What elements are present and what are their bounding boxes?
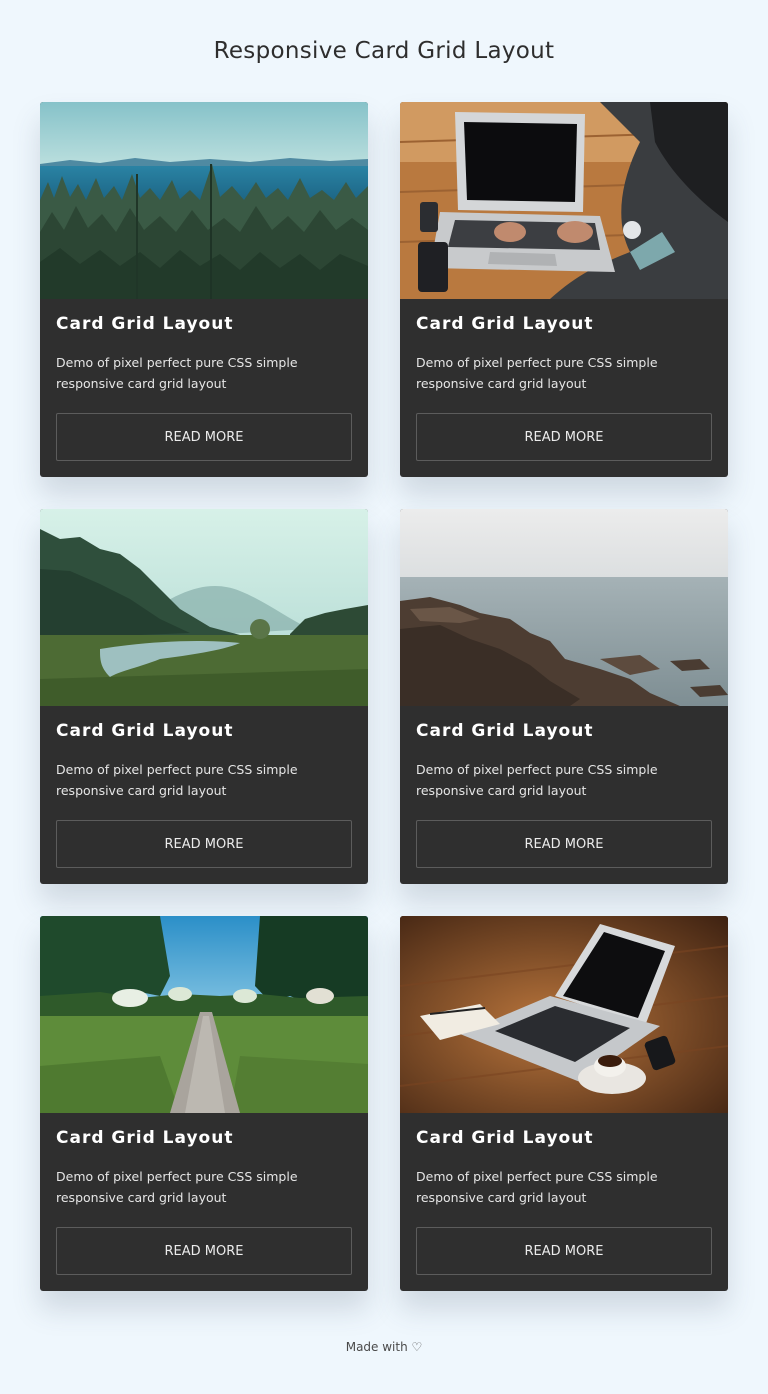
read-more-button[interactable]: READ MORE [56, 820, 352, 868]
card-2: Card Grid Layout Demo of pixel perfect p… [400, 102, 728, 477]
card-6: Card Grid Layout Demo of pixel perfect p… [400, 916, 728, 1291]
misty-valley-river-image [40, 509, 368, 706]
person-typing-on-laptop-image [400, 102, 728, 299]
card-description: Demo of pixel perfect pure CSS simple re… [416, 1169, 658, 1205]
card-description: Demo of pixel perfect pure CSS simple re… [56, 355, 298, 391]
page-title: Responsive Card Grid Layout [213, 38, 555, 64]
footer-credit: Made with ♡ [345, 1340, 423, 1354]
read-more-button[interactable]: READ MORE [416, 1227, 712, 1275]
card-4: Card Grid Layout Demo of pixel perfect p… [400, 509, 728, 884]
read-more-button[interactable]: READ MORE [416, 820, 712, 868]
card-description: Demo of pixel perfect pure CSS simple re… [56, 1169, 298, 1205]
card-grid: Card Grid Layout Demo of pixel perfect p… [40, 102, 728, 1291]
card-5: Card Grid Layout Demo of pixel perfect p… [40, 916, 368, 1291]
card-1: Card Grid Layout Demo of pixel perfect p… [40, 102, 368, 477]
rocky-seashore-image [400, 509, 728, 706]
forest-lake-landscape-image [40, 102, 368, 299]
card-description: Demo of pixel perfect pure CSS simple re… [416, 355, 658, 391]
card-title: Card Grid Layout [416, 1128, 594, 1148]
card-title: Card Grid Layout [56, 721, 234, 741]
read-more-button[interactable]: READ MORE [56, 413, 352, 461]
read-more-button[interactable]: READ MORE [416, 413, 712, 461]
card-title: Card Grid Layout [56, 1128, 234, 1148]
read-more-button[interactable]: READ MORE [56, 1227, 352, 1275]
card-title: Card Grid Layout [56, 314, 234, 334]
laptop-coffee-desk-image [400, 916, 728, 1113]
garden-path-trees-image [40, 916, 368, 1113]
card-description: Demo of pixel perfect pure CSS simple re… [416, 762, 658, 798]
card-3: Card Grid Layout Demo of pixel perfect p… [40, 509, 368, 884]
card-description: Demo of pixel perfect pure CSS simple re… [56, 762, 298, 798]
card-title: Card Grid Layout [416, 314, 594, 334]
card-title: Card Grid Layout [416, 721, 594, 741]
